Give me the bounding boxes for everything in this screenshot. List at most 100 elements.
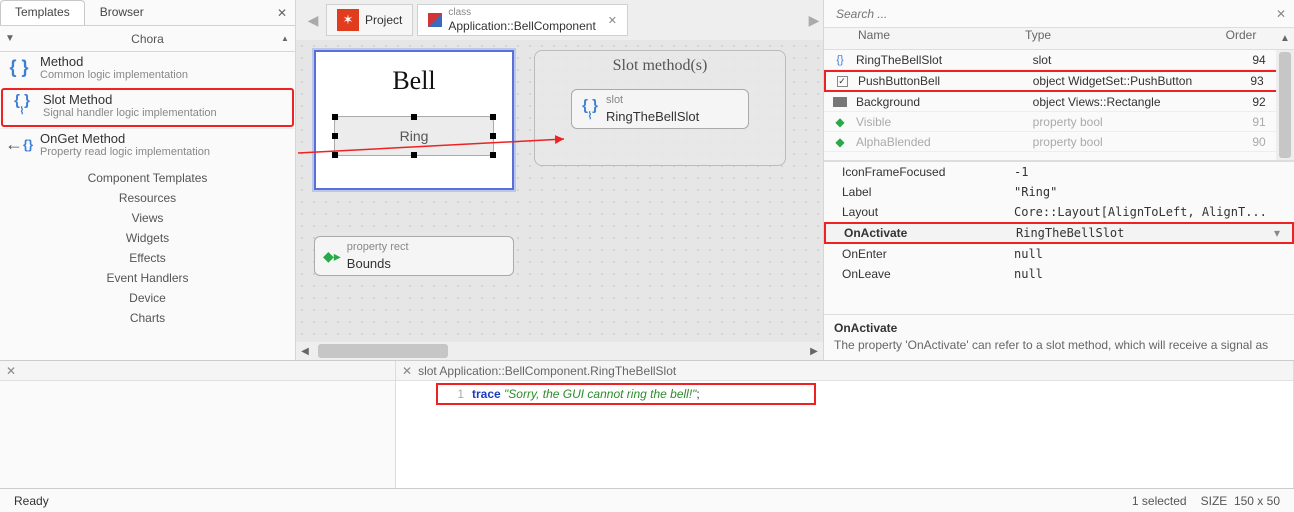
ring-button[interactable]: Ring	[334, 116, 494, 156]
property-value[interactable]: Core::Layout[AlignToLeft, AlignT...	[1014, 205, 1294, 219]
chevron-down-icon[interactable]: ▼	[0, 26, 20, 51]
col-order[interactable]: Order	[1206, 28, 1276, 49]
category-item[interactable]: Component Templates	[88, 168, 208, 188]
close-icon[interactable]: ✕	[6, 364, 16, 378]
member-row[interactable]: ◆ AlphaBlended property bool 90	[824, 132, 1294, 152]
chip-type: property rect	[347, 239, 409, 256]
onget-icon: ←{}	[6, 131, 32, 158]
status-selected: 1 selected	[1132, 494, 1187, 508]
scroll-right-icon[interactable]: ▶	[805, 342, 823, 360]
property-row[interactable]: OnActivate RingTheBellSlot ▾	[824, 222, 1294, 244]
property-name: Label	[824, 185, 1014, 199]
member-type: object Views::Rectangle	[1033, 95, 1224, 109]
category-item[interactable]: Widgets	[126, 228, 169, 248]
h-scrollbar[interactable]: ◀ ▶	[296, 342, 823, 360]
template-slot-method[interactable]: { }⌇ Slot Method Signal handler logic im…	[1, 88, 294, 127]
category-item[interactable]: Resources	[119, 188, 176, 208]
chevron-up-icon[interactable]: ▲	[275, 26, 295, 51]
category-item[interactable]: Event Handlers	[106, 268, 188, 288]
property-value[interactable]: RingTheBellSlot	[1016, 226, 1274, 240]
property-value[interactable]: "Ring"	[1014, 185, 1294, 199]
button-label: Ring	[400, 128, 429, 144]
scroll-left-icon[interactable]: ◀	[296, 342, 314, 360]
method-icon: { }	[6, 54, 32, 81]
string: "Sorry, the GUI cannot ring the bell!"	[504, 387, 696, 401]
search-input[interactable]	[832, 3, 1270, 25]
property-row[interactable]: OnEnter null	[824, 244, 1294, 264]
property-value[interactable]: null	[1014, 247, 1294, 261]
property-row[interactable]: Label "Ring"	[824, 182, 1294, 202]
member-icon: ◆	[824, 115, 856, 129]
member-name: PushButtonBell	[858, 74, 1033, 88]
dropdown-icon[interactable]: ▾	[1274, 226, 1292, 240]
canvas-panel: ◀ ✶ Project class Application::BellCompo…	[296, 0, 824, 360]
property-value[interactable]: null	[1014, 267, 1294, 281]
template-title: OnGet Method	[40, 131, 210, 146]
slot-chip[interactable]: { }⌇ slot RingTheBellSlot	[571, 89, 749, 129]
tab-class[interactable]: class Application::BellComponent ✕	[417, 4, 628, 36]
template-desc: Property read logic implementation	[40, 146, 210, 158]
template-onget-method[interactable]: ←{} OnGet Method Property read logic imp…	[0, 128, 295, 164]
secondary-code-panel: ✕	[0, 361, 396, 488]
close-icon[interactable]: ✕	[273, 4, 291, 22]
member-row[interactable]: ◆ Visible property bool 91	[824, 112, 1294, 132]
property-name: Layout	[824, 205, 1014, 219]
col-type[interactable]: Type	[1025, 28, 1206, 49]
member-row[interactable]: {} RingTheBellSlot slot 94	[824, 50, 1294, 70]
close-icon[interactable]: ✕	[402, 364, 412, 378]
chevron-up-icon[interactable]: ▲	[1276, 28, 1294, 49]
property-row[interactable]: OnLeave null	[824, 264, 1294, 284]
tab-browser[interactable]: Browser	[85, 0, 159, 25]
template-desc: Signal handler logic implementation	[43, 107, 217, 119]
status-size-label: SIZE	[1201, 494, 1228, 508]
template-desc: Common logic implementation	[40, 69, 188, 81]
member-icon: {}	[824, 54, 856, 66]
v-scrollbar[interactable]	[1276, 50, 1294, 160]
category-item[interactable]: Effects	[129, 248, 165, 268]
desc-title: OnActivate	[834, 321, 1284, 337]
project-icon: ✶	[337, 9, 359, 31]
category-item[interactable]: Device	[129, 288, 166, 308]
code-editor-panel: ✕ slot Application::BellComponent.RingTh…	[396, 361, 1294, 488]
bounds-chip[interactable]: ◆▸ property rect Bounds	[314, 236, 514, 276]
design-canvas[interactable]: Bell Ring Slot method(s) { }⌇	[296, 40, 823, 342]
col-name[interactable]: Name	[824, 28, 1025, 49]
category-item[interactable]: Views	[132, 208, 164, 228]
template-title: Slot Method	[43, 92, 217, 107]
close-icon[interactable]: ✕	[1276, 7, 1286, 21]
tab-project[interactable]: ✶ Project	[326, 4, 413, 36]
template-method[interactable]: { } Method Common logic implementation	[0, 52, 295, 87]
inspector-panel: ✕ Name Type Order ▲ {} RingTheBellSlot s…	[824, 0, 1294, 360]
member-type: object WidgetSet::PushButton	[1033, 74, 1222, 88]
code-line[interactable]: 1 trace "Sorry, the GUI cannot ring the …	[440, 385, 812, 403]
property-name: OnEnter	[824, 247, 1014, 261]
member-icon: ◆	[824, 135, 856, 149]
status-size-value: 150 x 50	[1234, 494, 1280, 508]
member-type: slot	[1033, 53, 1224, 67]
slot-group[interactable]: Slot method(s) { }⌇ slot RingTheBellSlot	[534, 50, 786, 166]
nav-next-icon[interactable]: ▶	[805, 11, 823, 29]
tab-label: Application::BellComponent	[448, 20, 595, 33]
property-row[interactable]: IconFrameFocused -1	[824, 162, 1294, 182]
templates-panel: Templates Browser ✕ ▼ Chora ▲ { } Method…	[0, 0, 296, 360]
chip-name: RingTheBellSlot	[606, 109, 699, 126]
property-description: OnActivate The property 'OnActivate' can…	[824, 314, 1294, 360]
member-row[interactable]: Background object Views::Rectangle 92	[824, 92, 1294, 112]
member-row[interactable]: ✓ PushButtonBell object WidgetSet::PushB…	[824, 70, 1294, 92]
component-preview[interactable]: Bell Ring	[314, 50, 514, 190]
status-ready: Ready	[14, 494, 49, 508]
code-highlight: 1 trace "Sorry, the GUI cannot ring the …	[436, 383, 816, 405]
members-header: Name Type Order ▲	[824, 28, 1294, 50]
category-item[interactable]: Charts	[130, 308, 165, 328]
nav-prev-icon[interactable]: ◀	[304, 11, 322, 29]
property-row[interactable]: Layout Core::Layout[AlignToLeft, AlignT.…	[824, 202, 1294, 222]
member-name: RingTheBellSlot	[856, 53, 1033, 67]
property-icon: ◆▸	[323, 248, 341, 265]
templates-group-title: Chora	[20, 32, 275, 46]
tab-templates[interactable]: Templates	[0, 0, 85, 25]
property-value[interactable]: -1	[1014, 165, 1294, 179]
close-icon[interactable]: ✕	[608, 14, 617, 27]
property-name: OnLeave	[824, 267, 1014, 281]
scroll-thumb[interactable]	[318, 344, 448, 358]
keyword: trace	[472, 387, 501, 401]
